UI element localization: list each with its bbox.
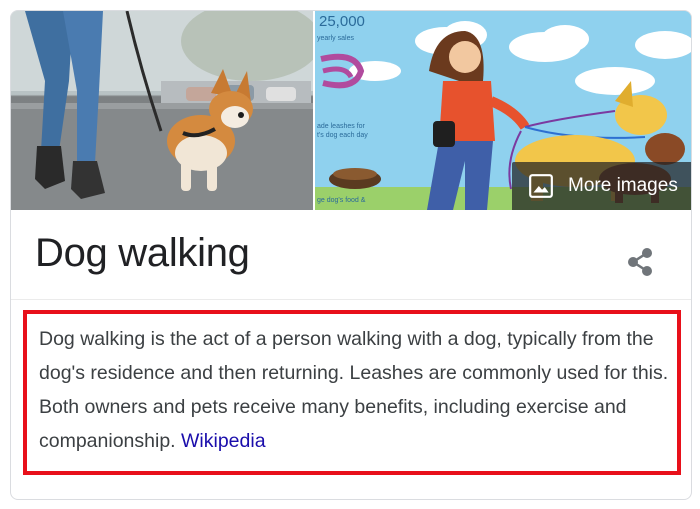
wikipedia-link[interactable]: Wikipedia bbox=[181, 430, 266, 452]
corgi-photo-graphic bbox=[11, 11, 313, 210]
infographic-headline: 25,000 bbox=[319, 13, 365, 30]
infographic-line: t's dog each day bbox=[317, 132, 368, 139]
dog-walking-photo[interactable] bbox=[11, 11, 313, 210]
share-button[interactable] bbox=[621, 242, 661, 282]
title-row: Dog walking bbox=[11, 210, 691, 300]
panel-title: Dog walking bbox=[35, 231, 250, 275]
image-strip: 25,000 yearly sales ade leashes for t's … bbox=[11, 11, 691, 210]
infographic-line: ade leashes for bbox=[317, 123, 365, 130]
knowledge-panel: 25,000 yearly sales ade leashes for t's … bbox=[10, 10, 692, 500]
description-text: Dog walking is the act of a person walki… bbox=[39, 328, 669, 452]
image-icon bbox=[529, 174, 553, 198]
more-images-button[interactable]: More images bbox=[512, 162, 691, 210]
infographic-line: ge dog's food & bbox=[317, 197, 366, 204]
description-highlight: Dog walking is the act of a person walki… bbox=[23, 310, 681, 475]
share-icon bbox=[628, 248, 652, 276]
more-images-label: More images bbox=[568, 175, 678, 196]
infographic-line: yearly sales bbox=[317, 35, 354, 42]
description: Dog walking is the act of a person walki… bbox=[39, 322, 679, 458]
